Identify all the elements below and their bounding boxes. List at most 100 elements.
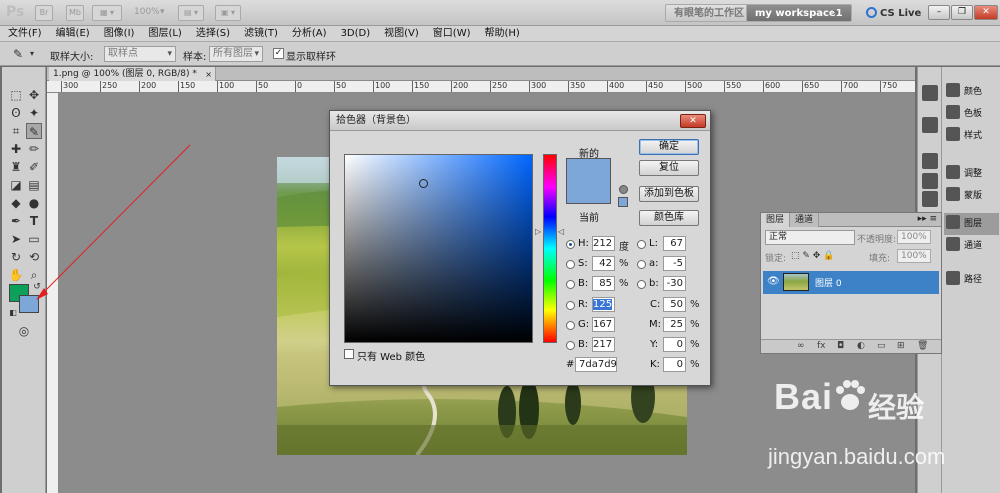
layers-footer-icon[interactable]: 🗑 xyxy=(917,341,928,351)
ok-button[interactable]: 确定 xyxy=(639,139,699,155)
menu-item[interactable]: 文件(F) xyxy=(0,26,48,41)
tab-layers[interactable]: 图层 xyxy=(761,213,791,227)
layers-footer-icon[interactable]: ◘ xyxy=(837,341,844,351)
hue-slider-left-arrow[interactable]: ▷ xyxy=(535,227,541,236)
gradient-tool-icon[interactable]: ▤ xyxy=(26,177,42,193)
eyedropper-tool-icon[interactable]: ✎ xyxy=(26,123,42,139)
h-input[interactable]: 212 xyxy=(592,236,615,251)
r-input[interactable]: 125 xyxy=(592,297,615,312)
menu-item[interactable]: 帮助(H) xyxy=(477,26,526,41)
navigator-icon[interactable] xyxy=(922,117,938,133)
l-input[interactable]: 67 xyxy=(663,236,686,251)
shape-tool-icon[interactable]: ▭ xyxy=(26,231,42,247)
g-radio[interactable] xyxy=(566,321,575,330)
web-safe-swatch[interactable] xyxy=(618,197,628,207)
add-to-swatches-button[interactable]: 添加到色板 xyxy=(639,186,699,202)
dock-panel-layers[interactable]: 图层 xyxy=(944,213,999,235)
horizontal-ruler[interactable]: 300 250 200 150 100 50 0 50 100 150 200 250 300 350 40… xyxy=(47,81,915,93)
crop-tool-icon[interactable]: ⌗ xyxy=(8,123,24,139)
minimize-button[interactable]: – xyxy=(928,5,950,20)
s-input[interactable]: 42 xyxy=(592,256,615,271)
current-color-swatch[interactable] xyxy=(566,181,611,204)
sample-size-select[interactable]: 取样点 xyxy=(104,46,176,62)
dock-panel-channels[interactable]: 通道 xyxy=(944,235,999,257)
layer-row[interactable]: 👁 图层 0 xyxy=(763,271,939,294)
background-color-swatch[interactable] xyxy=(19,295,39,313)
layers-footer-icon[interactable]: fx xyxy=(817,341,826,351)
hue-slider-right-arrow[interactable]: ◁ xyxy=(558,227,564,236)
path-selection-tool-icon[interactable]: ➤ xyxy=(8,231,24,247)
dialog-title-bar[interactable]: 拾色器（背景色） ✕ xyxy=(330,111,710,131)
dock-panel-paths[interactable]: 路径 xyxy=(944,269,999,291)
eye-icon[interactable]: 👁 xyxy=(767,276,780,287)
close-window-button[interactable]: ✕ xyxy=(974,5,998,20)
r-radio[interactable] xyxy=(566,301,575,310)
more-workspaces-icon[interactable]: » xyxy=(832,5,839,19)
info-icon[interactable] xyxy=(922,153,938,169)
opacity-input[interactable]: 100% xyxy=(897,230,931,244)
hand-tool-icon[interactable]: ✋ xyxy=(8,267,24,283)
menu-item[interactable]: 编辑(E) xyxy=(48,26,96,41)
hue-slider[interactable] xyxy=(543,154,557,343)
type-tool-icon[interactable]: T xyxy=(26,213,42,229)
lasso-tool-icon[interactable]: ʘ xyxy=(8,105,24,121)
g-input[interactable]: 167 xyxy=(592,317,615,332)
zoom-dropdown-icon[interactable]: ▾ xyxy=(160,7,165,17)
y-input[interactable]: 0 xyxy=(663,337,686,352)
clone-source-icon[interactable] xyxy=(922,191,938,207)
clone-stamp-tool-icon[interactable]: ♜ xyxy=(8,159,24,175)
brush-presets-icon[interactable] xyxy=(922,173,938,189)
menu-item[interactable]: 窗口(W) xyxy=(425,26,477,41)
web-only-checkbox[interactable] xyxy=(344,349,354,359)
h-radio[interactable] xyxy=(566,240,575,249)
lock-icons[interactable]: ⬚ ✎ ✥ 🔒 xyxy=(791,251,834,261)
arrange-documents-button[interactable]: ▤ ▾ xyxy=(178,5,204,21)
reset-button[interactable]: 复位 xyxy=(639,160,699,176)
quick-mask-icon[interactable]: ◎ xyxy=(16,323,32,339)
dialog-close-button[interactable]: ✕ xyxy=(680,114,706,128)
vertical-ruler[interactable] xyxy=(47,93,59,493)
k-input[interactable]: 0 xyxy=(663,357,686,372)
blue-radio[interactable] xyxy=(566,341,575,350)
a-input[interactable]: -5 xyxy=(663,256,686,271)
layers-footer-icon[interactable]: ⊞ xyxy=(897,341,905,351)
menu-item[interactable]: 图像(I) xyxy=(96,26,141,41)
layers-footer-icon[interactable]: ◐ xyxy=(857,341,865,351)
document-tab[interactable]: 1.png @ 100% (图层 0, RGB/8) * × xyxy=(49,67,216,81)
pen-tool-icon[interactable]: ✒ xyxy=(8,213,24,229)
c-input[interactable]: 50 xyxy=(663,297,686,312)
bridge-button[interactable]: Br xyxy=(35,5,53,21)
marquee-tool-icon[interactable]: ⬚ xyxy=(8,87,24,103)
zoom-level[interactable]: 100% xyxy=(134,7,160,17)
s-radio[interactable] xyxy=(566,260,575,269)
dock-panel-adjustments[interactable]: 调整 xyxy=(944,163,999,185)
dock-panel-masks[interactable]: 蒙版 xyxy=(944,185,999,207)
l-radio[interactable] xyxy=(637,240,646,249)
healing-brush-tool-icon[interactable]: ✚ xyxy=(8,141,24,157)
preset-dropdown-icon[interactable]: ▾ xyxy=(24,46,40,62)
layers-footer-icon[interactable]: ∞ xyxy=(797,341,805,351)
b-radio[interactable] xyxy=(566,280,575,289)
menu-item[interactable]: 视图(V) xyxy=(376,26,425,41)
default-colors-icon[interactable]: ◧ xyxy=(5,305,21,321)
hex-input[interactable]: 7da7d9 xyxy=(575,357,617,372)
blend-mode-select[interactable]: 正常 xyxy=(765,230,855,245)
dock-panel-color[interactable]: 颜色 xyxy=(944,81,999,103)
show-ring-checkbox[interactable]: ✓ xyxy=(273,48,284,59)
history-brush-tool-icon[interactable]: ✐ xyxy=(26,159,42,175)
move-tool-icon[interactable]: ✥ xyxy=(26,87,42,103)
b-input[interactable]: 85 xyxy=(592,276,615,291)
a-radio[interactable] xyxy=(637,260,646,269)
restore-button[interactable]: ❐ xyxy=(951,5,973,20)
lab-b-input[interactable]: -30 xyxy=(663,276,686,291)
sample-select[interactable]: 所有图层 xyxy=(209,46,263,62)
menu-item[interactable]: 选择(S) xyxy=(188,26,236,41)
web-safe-warning-icon[interactable] xyxy=(619,185,628,194)
panel-menu-icon[interactable]: ▸▸ ≡ xyxy=(918,214,937,224)
menu-item[interactable]: 图层(L) xyxy=(140,26,187,41)
dock-panel-swatches[interactable]: 色板 xyxy=(944,103,999,125)
eraser-tool-icon[interactable]: ◪ xyxy=(8,177,24,193)
magic-wand-tool-icon[interactable]: ✦ xyxy=(26,105,42,121)
dodge-tool-icon[interactable]: ● xyxy=(26,195,42,211)
swap-colors-icon[interactable]: ↺ xyxy=(29,279,45,295)
